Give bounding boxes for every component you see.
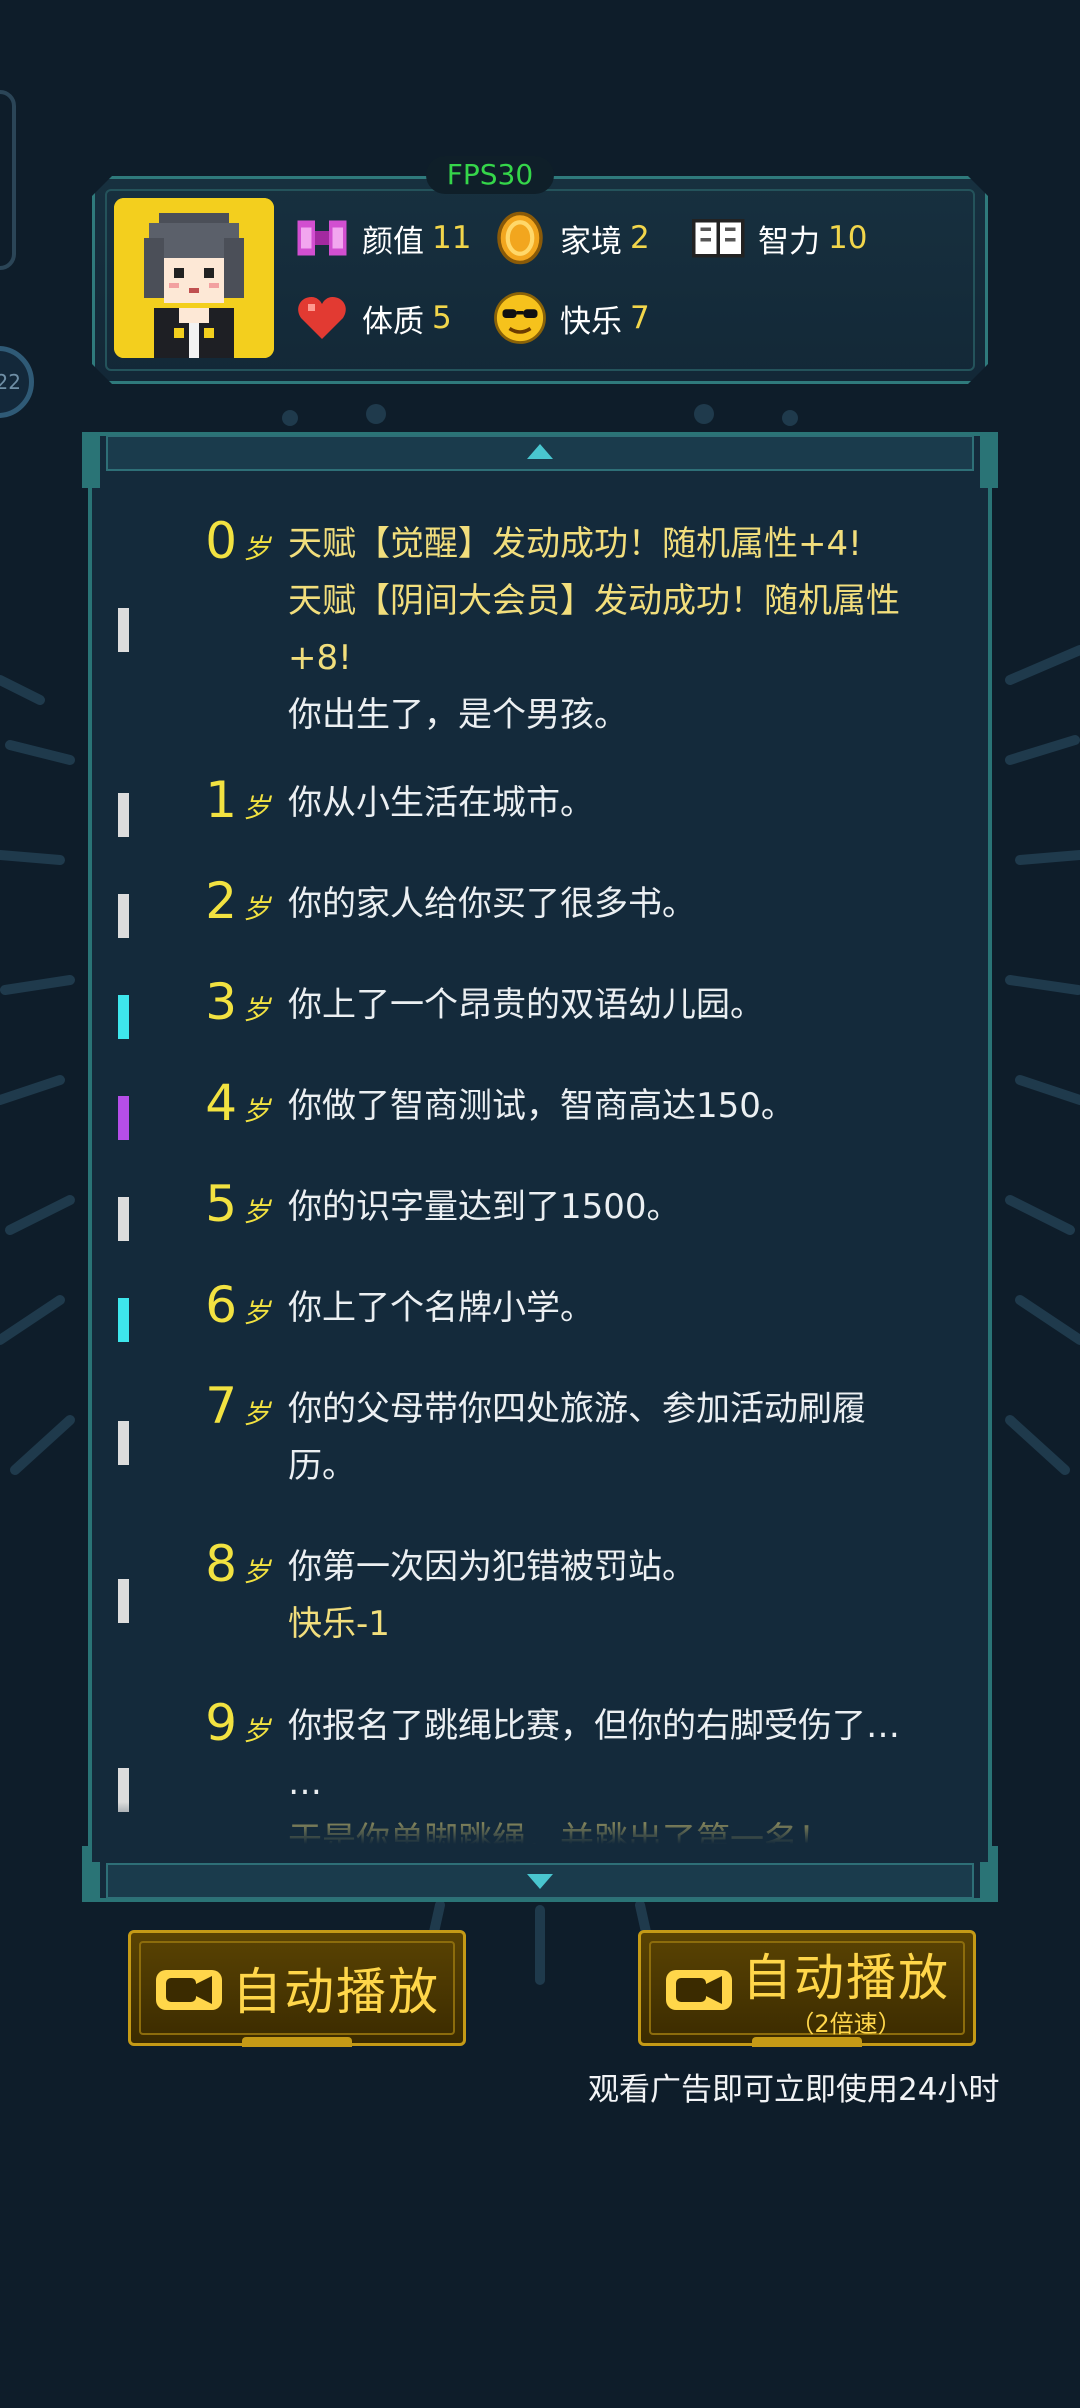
age-label: 5岁: [205, 1175, 270, 1233]
age-suffix: 岁: [243, 1197, 270, 1228]
age-number: 5: [205, 1175, 237, 1233]
fps-counter: FPS30: [426, 156, 554, 194]
age-suffix: 岁: [243, 793, 270, 824]
stat-value: 5: [432, 300, 452, 336]
rarity-marker: [118, 1096, 129, 1140]
age-label: 4岁: [205, 1074, 270, 1132]
life-log-panel[interactable]: 0 岁天赋【觉醒】发动成功！随机属性+4! 天赋【阴间大会员】发动成功！随机属性 +8…: [82, 432, 998, 1902]
log-line: 天赋【觉醒】发动成功！随机属性+4!: [288, 524, 862, 564]
age-label: 9岁: [205, 1694, 270, 1752]
video-camera-icon: [666, 1970, 732, 2010]
stat-value: 11: [432, 220, 472, 256]
age-suffix: 岁: [243, 1096, 270, 1127]
rarity-marker: [118, 608, 129, 652]
stat-happiness: 快乐 7: [492, 288, 650, 348]
age-number: 0: [205, 512, 237, 570]
video-camera-icon: [156, 1970, 222, 2010]
log-line: 你从小生活在城市。: [288, 783, 594, 823]
sunglasses-face-icon: [494, 292, 546, 344]
stat-label: 颜值: [362, 223, 424, 260]
age-label: 3岁: [205, 973, 270, 1031]
stat-intelligence: 智力 10: [690, 208, 867, 268]
stat-label: 智力: [758, 223, 820, 260]
age-number: 4: [205, 1074, 237, 1132]
age-suffix: 岁: [243, 1557, 270, 1588]
scroll-down-bar[interactable]: [106, 1863, 974, 1899]
age-suffix: 岁: [243, 995, 270, 1026]
bow-icon: [297, 220, 347, 256]
autoplay-label: 自动播放: [232, 1963, 440, 2021]
rarity-marker: [118, 1579, 129, 1623]
side-frame-decoration: [0, 90, 16, 270]
stat-appearance: 颜值 11: [294, 208, 471, 268]
autoplay-2x-button[interactable]: 自动播放 （2倍速）: [638, 1930, 976, 2047]
stat-family-wealth: 家境 2: [492, 208, 650, 268]
coin-icon: [497, 211, 543, 265]
age-suffix: 岁: [243, 534, 270, 565]
scroll-up-bar[interactable]: [106, 435, 974, 471]
rarity-marker: [118, 995, 129, 1039]
autoplay-2x-label: 自动播放: [742, 1948, 950, 2007]
stat-value: 7: [630, 300, 650, 336]
log-fade-overlay: [92, 1802, 988, 1862]
age-number: 7: [205, 1377, 237, 1435]
stat-constitution: 体质 5: [294, 288, 452, 348]
player-avatar[interactable]: [114, 198, 274, 358]
autoplay-button[interactable]: 自动播放: [128, 1930, 466, 2047]
age-label: 8岁: [205, 1535, 270, 1593]
log-line: 你的父母带你四处旅游、参加活动刷履: [288, 1389, 866, 1429]
age-suffix: 岁: [243, 1716, 270, 1747]
log-line: 你的家人给你买了很多书。: [288, 884, 696, 924]
stat-value: 2: [630, 220, 650, 256]
age-label: 7岁: [205, 1377, 270, 1435]
log-line: 你上了一个昂贵的双语幼儿园。: [288, 985, 764, 1025]
age-label: 6岁: [205, 1276, 270, 1334]
scroll-up-arrow-icon: [527, 444, 553, 459]
log-line: +8!: [288, 638, 352, 678]
age-suffix: 岁: [243, 894, 270, 925]
log-line: 天赋【阴间大会员】发动成功！随机属性: [288, 581, 900, 621]
age-label: 1岁: [205, 771, 270, 829]
stat-value: 10: [828, 220, 868, 256]
age-label: 0岁: [205, 512, 270, 570]
age-number: 3: [205, 973, 237, 1031]
stat-label: 体质: [362, 303, 424, 340]
age-number: 1: [205, 771, 237, 829]
rarity-marker: [118, 1421, 129, 1465]
stat-label: 家境: [560, 223, 622, 260]
heart-icon: [298, 297, 346, 339]
age-number: 8: [205, 1535, 237, 1593]
age-number: 6: [205, 1276, 237, 1334]
age-number: 9: [205, 1694, 237, 1752]
life-log-list[interactable]: 0 岁天赋【觉醒】发动成功！随机属性+4! 天赋【阴间大会员】发动成功！随机属性 +8…: [92, 472, 988, 1862]
log-line: 历。: [288, 1446, 356, 1486]
log-line: 快乐-1: [288, 1604, 390, 1644]
rarity-marker: [118, 1298, 129, 1342]
log-line: 你出生了，是个男孩。: [288, 695, 628, 735]
stat-label: 快乐: [560, 303, 622, 340]
rarity-marker: [118, 894, 129, 938]
age-number: 2: [205, 872, 237, 930]
log-line: 你报名了跳绳比赛，但你的右脚受伤了…: [288, 1706, 900, 1746]
rarity-marker: [118, 1197, 129, 1241]
log-line: 你上了个名牌小学。: [288, 1288, 594, 1328]
rarity-marker: [118, 793, 129, 837]
log-line: 你第一次因为犯错被罚站。: [288, 1547, 696, 1587]
side-badge[interactable]: 22: [0, 346, 34, 418]
age-label: 2岁: [205, 872, 270, 930]
scroll-down-arrow-icon: [527, 1874, 553, 1889]
log-line: 你做了智商测试，智商高达150。: [288, 1086, 795, 1126]
age-suffix: 岁: [243, 1298, 270, 1329]
book-icon: [691, 218, 745, 258]
ad-hint-text: 观看广告即可立即使用24小时: [588, 2072, 1000, 2108]
log-line: 你的识字量达到了1500。: [288, 1187, 681, 1227]
age-suffix: 岁: [243, 1399, 270, 1430]
